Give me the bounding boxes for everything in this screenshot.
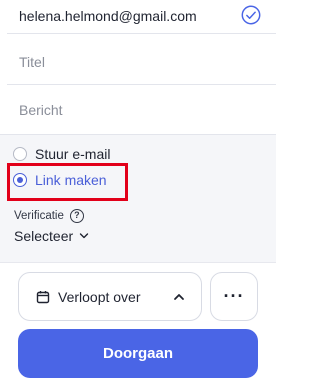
title-field[interactable]: Titel — [7, 40, 276, 85]
continue-button[interactable]: Doorgaan — [18, 329, 258, 378]
more-icon: ··· — [223, 286, 245, 306]
email-value: helena.helmond@gmail.com — [19, 8, 197, 24]
chevron-down-icon — [79, 233, 89, 239]
chevron-up-icon — [174, 294, 184, 300]
email-field[interactable]: helena.helmond@gmail.com — [7, 0, 276, 34]
verification-section: Verificatie ? Selecteer — [14, 209, 89, 244]
send-email-label: Stuur e-mail — [35, 146, 111, 162]
recipient-form: helena.helmond@gmail.com Titel Bericht — [0, 0, 276, 134]
footer-actions: Verloopt over ··· Doorgaan — [0, 262, 276, 383]
verification-value: Selecteer — [14, 228, 74, 244]
expiry-button[interactable]: Verloopt over — [18, 272, 202, 321]
send-email-radio[interactable] — [13, 147, 27, 161]
check-circle-icon — [241, 5, 261, 25]
calendar-icon — [36, 290, 50, 303]
verification-select[interactable]: Selecteer — [14, 228, 89, 244]
send-email-option[interactable]: Stuur e-mail — [13, 146, 110, 162]
title-placeholder: Titel — [19, 54, 45, 70]
expiry-label: Verloopt over — [58, 288, 141, 305]
selection-highlight-box — [7, 163, 128, 201]
continue-label: Doorgaan — [102, 345, 173, 362]
verification-label: Verificatie — [14, 210, 64, 222]
help-icon[interactable]: ? — [69, 209, 84, 223]
message-placeholder: Bericht — [19, 102, 63, 118]
message-field[interactable]: Bericht — [7, 87, 276, 133]
more-options-button[interactable]: ··· — [210, 272, 258, 321]
